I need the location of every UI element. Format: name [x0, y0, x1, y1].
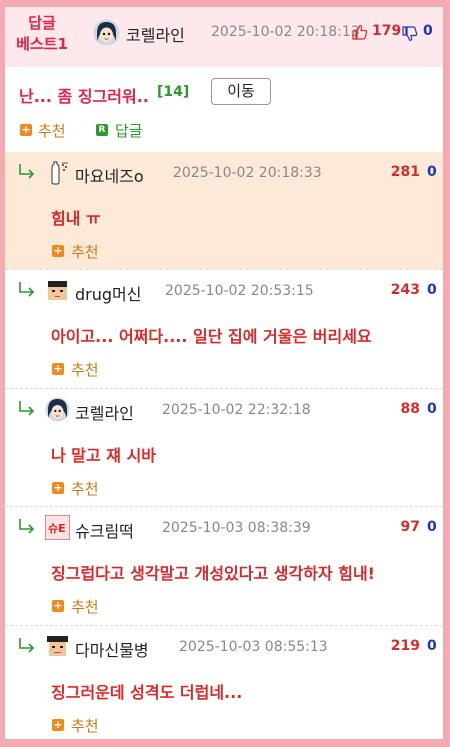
reply-recommend-button[interactable]: 추천: [71, 596, 99, 617]
move-button[interactable]: 이동: [211, 78, 271, 105]
upvote-count: 179: [372, 23, 402, 39]
downvote-count: 0: [423, 23, 433, 39]
coraline-avatar-icon[interactable]: [93, 19, 120, 46]
thumbs-up-icon[interactable]: [351, 24, 368, 41]
best-label-line1: 답글: [28, 14, 56, 32]
reply-arrow-icon: [17, 636, 37, 654]
svg-text:슈E: 슈E: [48, 522, 66, 535]
reply-button[interactable]: 답글: [115, 120, 143, 141]
thumbs-down-icon[interactable]: [401, 25, 418, 42]
recommend-plus-icon[interactable]: +: [20, 124, 32, 136]
recommend-plus-icon[interactable]: +: [52, 600, 64, 612]
reply-downvote-count[interactable]: 0: [427, 164, 437, 180]
post-date: 2025-10-02 20:18:13: [211, 24, 360, 40]
reply-nickname[interactable]: 코렐라인: [75, 400, 134, 424]
recommend-plus-icon[interactable]: +: [52, 482, 64, 494]
reply-arrow-icon: [17, 280, 37, 298]
reply-downvote-count[interactable]: 0: [427, 638, 437, 654]
reply-downvote-count[interactable]: 0: [427, 519, 437, 535]
reply-recommend-button[interactable]: 추천: [71, 241, 99, 262]
recommend-button[interactable]: 추천: [38, 120, 66, 141]
reply-date: 2025-10-02 22:32:18: [162, 402, 311, 418]
recommend-plus-icon[interactable]: +: [52, 363, 64, 375]
reply-date: 2025-10-03 08:55:13: [179, 639, 328, 655]
reply-downvote-count[interactable]: 0: [427, 282, 437, 298]
reply-r-icon[interactable]: R: [96, 124, 108, 136]
reply-arrow-icon: [17, 162, 37, 180]
reply-item: drug머신 2025-10-02 20:53:15 243 0 아이고... 어쩌다.…: [5, 269, 443, 389]
reply-date: 2025-10-02 20:53:15: [165, 283, 314, 299]
reply-text: 징그럽다고 생각말고 개성있다고 생각하자 힘내!: [51, 564, 375, 583]
reply-nickname[interactable]: 마요네즈o: [75, 163, 144, 187]
reply-upvote-count[interactable]: 88: [401, 401, 420, 417]
reply-date: 2025-10-03 08:38:39: [162, 520, 311, 536]
pixel-face-icon[interactable]: [45, 278, 70, 303]
reply-text: 힘내 ㅠ: [51, 209, 101, 228]
mayonnaise-bottle-icon[interactable]: [45, 160, 70, 185]
coraline-icon[interactable]: [45, 397, 70, 422]
reply-text: 아이고... 어쩌다.... 일단 집에 거울은 버리세요: [51, 327, 372, 346]
reply-nickname[interactable]: drug머신: [75, 281, 141, 305]
reply-upvote-count[interactable]: 243: [391, 282, 420, 298]
reply-date: 2025-10-02 20:18:33: [173, 165, 322, 181]
reply-recommend-button[interactable]: 추천: [71, 478, 99, 499]
reply-nickname[interactable]: 다마신물병: [75, 637, 149, 661]
pixel-grad-icon[interactable]: [45, 634, 70, 659]
reply-arrow-icon: [17, 399, 37, 417]
best-reply-header: 답글 베스트1 코렐라인 2025-10-02 20:18:13 179 0: [5, 7, 443, 67]
reply-downvote-count[interactable]: 0: [427, 401, 437, 417]
best-reply-badge: 답글 베스트1: [15, 13, 69, 55]
post-title[interactable]: 난... 좀 징그러워..: [19, 83, 149, 107]
reply-upvote-count[interactable]: 219: [391, 638, 420, 654]
reply-item: 다마신물병 2025-10-03 08:55:13 219 0 징그러운데 성격도 더럽…: [5, 625, 443, 739]
best-label-line2: 베스트1: [16, 35, 68, 53]
reply-recommend-button[interactable]: 추천: [71, 715, 99, 736]
reply-arrow-icon: [17, 517, 37, 535]
reply-text: 징그러운데 성격도 더럽네...: [51, 683, 243, 702]
reply-count: [14]: [157, 84, 190, 100]
recommend-plus-icon[interactable]: +: [52, 245, 64, 257]
reply-text: 나 말고 쟤 시바: [51, 446, 157, 465]
author-nickname[interactable]: 코렐라인: [126, 22, 185, 46]
reply-upvote-count[interactable]: 281: [391, 164, 420, 180]
reply-nickname[interactable]: 슈크림떡: [75, 518, 134, 542]
recommend-plus-icon[interactable]: +: [52, 719, 64, 731]
reply-recommend-button[interactable]: 추천: [71, 359, 99, 380]
pink-badge-icon[interactable]: 슈E: [45, 515, 70, 540]
reply-item: 슈E 슈크림떡 2025-10-03 08:38:39 97 0 징그럽다고 생각말고 개…: [5, 506, 443, 626]
reply-item: 마요네즈o 2025-10-02 20:18:33 281 0 힘내 ㅠ + 추천: [5, 152, 443, 269]
reply-item: 코렐라인 2025-10-02 22:32:18 88 0 나 말고 쟤 시바 + 추천: [5, 388, 443, 507]
reply-upvote-count[interactable]: 97: [401, 519, 420, 535]
best-reply-panel: 답글 베스트1 코렐라인 2025-10-02 20:18:13 179 0 난…: [5, 7, 443, 739]
